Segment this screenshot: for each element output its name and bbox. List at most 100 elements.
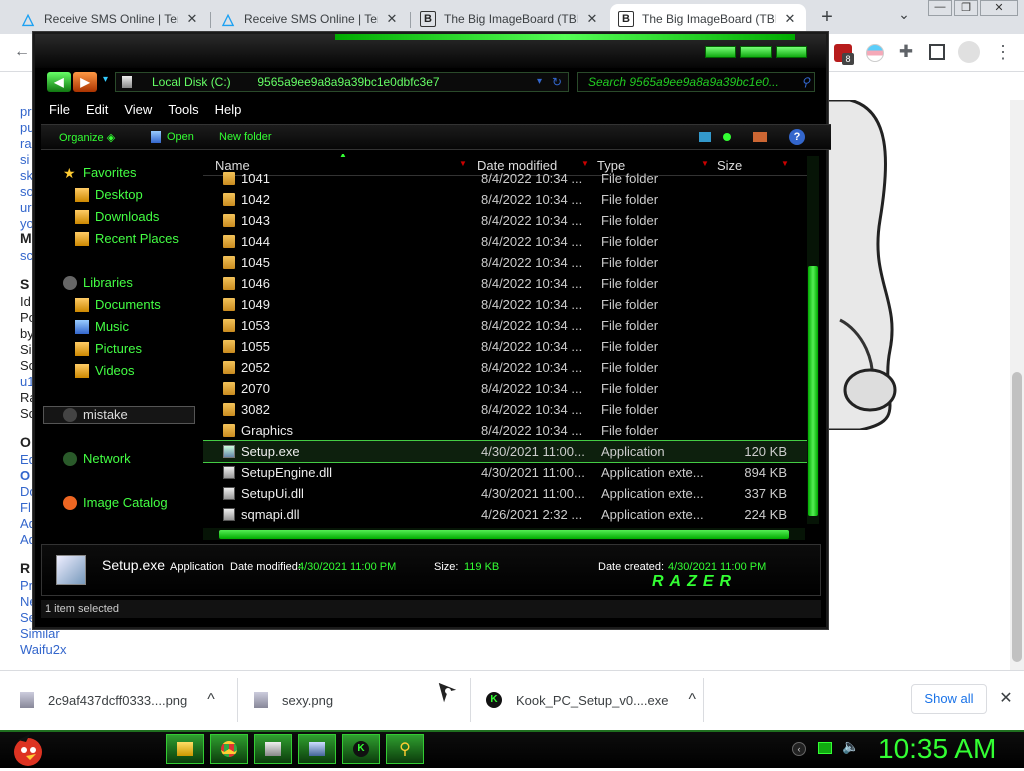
address-field[interactable]: Local Disk (C:) 9565a9ee9a8a9a39bc1e0dbf…	[115, 72, 569, 92]
tab-search-icon[interactable]: ⌄	[894, 6, 914, 28]
nav-favorites[interactable]: ★ Favorites	[63, 162, 136, 184]
page-link[interactable]: so	[20, 184, 34, 200]
nav-libraries[interactable]: Libraries	[63, 272, 133, 294]
file-list-scroll-thumb[interactable]	[808, 266, 818, 516]
flag-extension-icon[interactable]	[866, 44, 884, 62]
start-button[interactable]	[6, 730, 46, 768]
menu-file[interactable]: File	[41, 100, 78, 119]
nav-pictures[interactable]: Pictures	[75, 338, 142, 360]
tab-tbib-1[interactable]: B The Big ImageBoard (TBIB) ✕	[412, 4, 608, 34]
table-row[interactable]: 1042 8/4/2022 10:34 ... File folder	[203, 189, 819, 210]
table-row[interactable]: 1049 8/4/2022 10:34 ... File folder	[203, 294, 819, 315]
tab-close-icon[interactable]: ✕	[184, 11, 200, 27]
page-scroll-thumb[interactable]	[1012, 372, 1022, 662]
page-link[interactable]: sc	[20, 248, 33, 264]
table-row[interactable]: SetupEngine.dll 4/30/2021 11:00... Applica…	[203, 462, 819, 483]
search-taskbar-icon[interactable]: ⚲	[386, 734, 424, 764]
table-row[interactable]: 2052 8/4/2022 10:34 ... File folder	[203, 357, 819, 378]
tray-expand-icon[interactable]: ‹	[792, 742, 806, 756]
page-link[interactable]: si	[20, 152, 29, 168]
close-window-button[interactable]: ✕	[980, 0, 1018, 16]
tab-close-icon[interactable]: ✕	[584, 11, 600, 27]
table-row[interactable]: 1053 8/4/2022 10:34 ... File folder	[203, 315, 819, 336]
table-row[interactable]: 1055 8/4/2022 10:34 ... File folder	[203, 336, 819, 357]
ublock-icon[interactable]: 8	[834, 44, 854, 65]
preview-pane-icon[interactable]	[723, 133, 731, 141]
tab-close-icon[interactable]: ✕	[782, 11, 798, 27]
tab-close-icon[interactable]: ✕	[384, 11, 400, 27]
explorer-taskbar-icon[interactable]	[166, 734, 204, 764]
breadcrumb-folder[interactable]: 9565a9ee9a8a9a39bc1e0dbfc3e7	[257, 75, 439, 89]
back-arrow-icon[interactable]: ◀	[47, 72, 71, 92]
table-row[interactable]: 1043 8/4/2022 10:34 ... File folder	[203, 210, 819, 231]
menu-edit[interactable]: Edit	[78, 100, 116, 119]
table-row[interactable]: Graphics 8/4/2022 10:34 ... File folder	[203, 420, 819, 441]
waifu2x-link[interactable]: Waifu2x	[20, 642, 66, 658]
menu-view[interactable]: View	[116, 100, 160, 119]
layout-icon[interactable]	[753, 132, 767, 142]
menu-tools[interactable]: Tools	[160, 100, 206, 119]
explorer-maximize-button[interactable]	[740, 46, 772, 58]
back-icon[interactable]: ←	[10, 40, 34, 64]
page-link[interactable]: O	[20, 468, 30, 484]
page-link[interactable]: ra	[20, 136, 32, 152]
nav-image-catalog[interactable]: Image Catalog	[63, 492, 168, 514]
file-list-hscroll-thumb[interactable]	[219, 530, 789, 539]
table-row[interactable]: 1041 8/4/2022 10:34 ... File folder	[203, 168, 819, 189]
nav-recent-places[interactable]: Recent Places	[75, 228, 179, 250]
more-menu-icon[interactable]: ⋮	[994, 42, 1012, 62]
chevron-up-icon[interactable]: ^	[689, 691, 697, 709]
tab-receive-sms-2[interactable]: △ Receive SMS Online | Temp ✕	[212, 4, 408, 34]
nav-network[interactable]: Network	[63, 448, 131, 470]
table-row[interactable]: 2070 8/4/2022 10:34 ... File folder	[203, 378, 819, 399]
new-tab-button[interactable]: +	[818, 6, 836, 28]
page-link[interactable]: ur	[20, 200, 32, 216]
table-row[interactable]: SetupUi.dll 4/30/2021 11:00... Application…	[203, 483, 819, 504]
puzzle-extensions-icon[interactable]: ✚	[896, 42, 916, 62]
explorer-close-button[interactable]	[775, 46, 807, 58]
nav-desktop[interactable]: Desktop	[75, 184, 143, 206]
search-input[interactable]: Search 9565a9ee9a8a9a39bc1e0... ⚲	[577, 72, 815, 92]
tab-receive-sms-1[interactable]: △ Receive SMS Online | Temp ✕	[12, 4, 208, 34]
maximize-button[interactable]: ❐	[954, 0, 978, 16]
minimize-button[interactable]: —	[928, 0, 952, 16]
download-item[interactable]: K Kook_PC_Setup_v0....exe ^	[486, 690, 696, 710]
refresh-icon[interactable]: ↻	[552, 73, 562, 91]
table-row[interactable]: 1044 8/4/2022 10:34 ... File folder	[203, 231, 819, 252]
table-row-selected[interactable]: Setup.exe 4/30/2021 11:00... Application 12…	[203, 440, 819, 463]
page-link[interactable]: Fl	[20, 500, 31, 516]
taskbar-clock[interactable]: 10:35 AM	[878, 732, 996, 766]
table-row[interactable]: sqmapi.dll 4/26/2021 2:32 ... Application …	[203, 504, 819, 525]
download-item[interactable]: 2c9af437dcff0333....png ^	[20, 690, 215, 710]
menu-help[interactable]: Help	[207, 100, 250, 119]
nav-videos[interactable]: Videos	[75, 360, 135, 382]
table-row[interactable]: 1045 8/4/2022 10:34 ... File folder	[203, 252, 819, 273]
network-tray-icon[interactable]	[818, 742, 832, 754]
profile-avatar-icon[interactable]	[958, 41, 980, 63]
show-all-button[interactable]: Show all	[911, 684, 987, 714]
page-link[interactable]: Pr	[20, 578, 33, 594]
open-button[interactable]: Open	[167, 131, 194, 143]
explorer-minimize-button[interactable]	[705, 46, 737, 58]
organize-button[interactable]: Organize ◈	[59, 131, 115, 144]
table-row[interactable]: 3082 8/4/2022 10:34 ... File folder	[203, 399, 819, 420]
new-folder-button[interactable]: New folder	[219, 131, 272, 143]
view-options-icon[interactable]	[699, 132, 711, 142]
page-link[interactable]: sk	[20, 168, 33, 184]
side-panel-icon[interactable]	[929, 44, 945, 60]
address-dropdown-icon[interactable]: ▾	[537, 73, 542, 91]
search-icon[interactable]: ⚲	[801, 73, 810, 91]
volume-icon[interactable]: 🔈	[842, 738, 859, 756]
forward-arrow-icon[interactable]: ▶	[73, 72, 97, 92]
chevron-up-icon[interactable]: ^	[207, 691, 215, 709]
app-taskbar-icon[interactable]	[254, 734, 292, 764]
download-item[interactable]: sexy.png	[254, 690, 333, 710]
nav-mistake[interactable]: mistake	[63, 404, 128, 426]
kook-taskbar-icon[interactable]: K	[342, 734, 380, 764]
page-link[interactable]: pr	[20, 104, 32, 120]
breadcrumb-drive[interactable]: Local Disk (C:)	[152, 75, 231, 89]
chrome-taskbar-icon[interactable]	[210, 734, 248, 764]
nav-documents[interactable]: Documents	[75, 294, 161, 316]
tab-tbib-active[interactable]: B The Big ImageBoard (TBIB) ✕	[610, 4, 806, 34]
close-download-bar-icon[interactable]: ✕	[998, 688, 1014, 708]
